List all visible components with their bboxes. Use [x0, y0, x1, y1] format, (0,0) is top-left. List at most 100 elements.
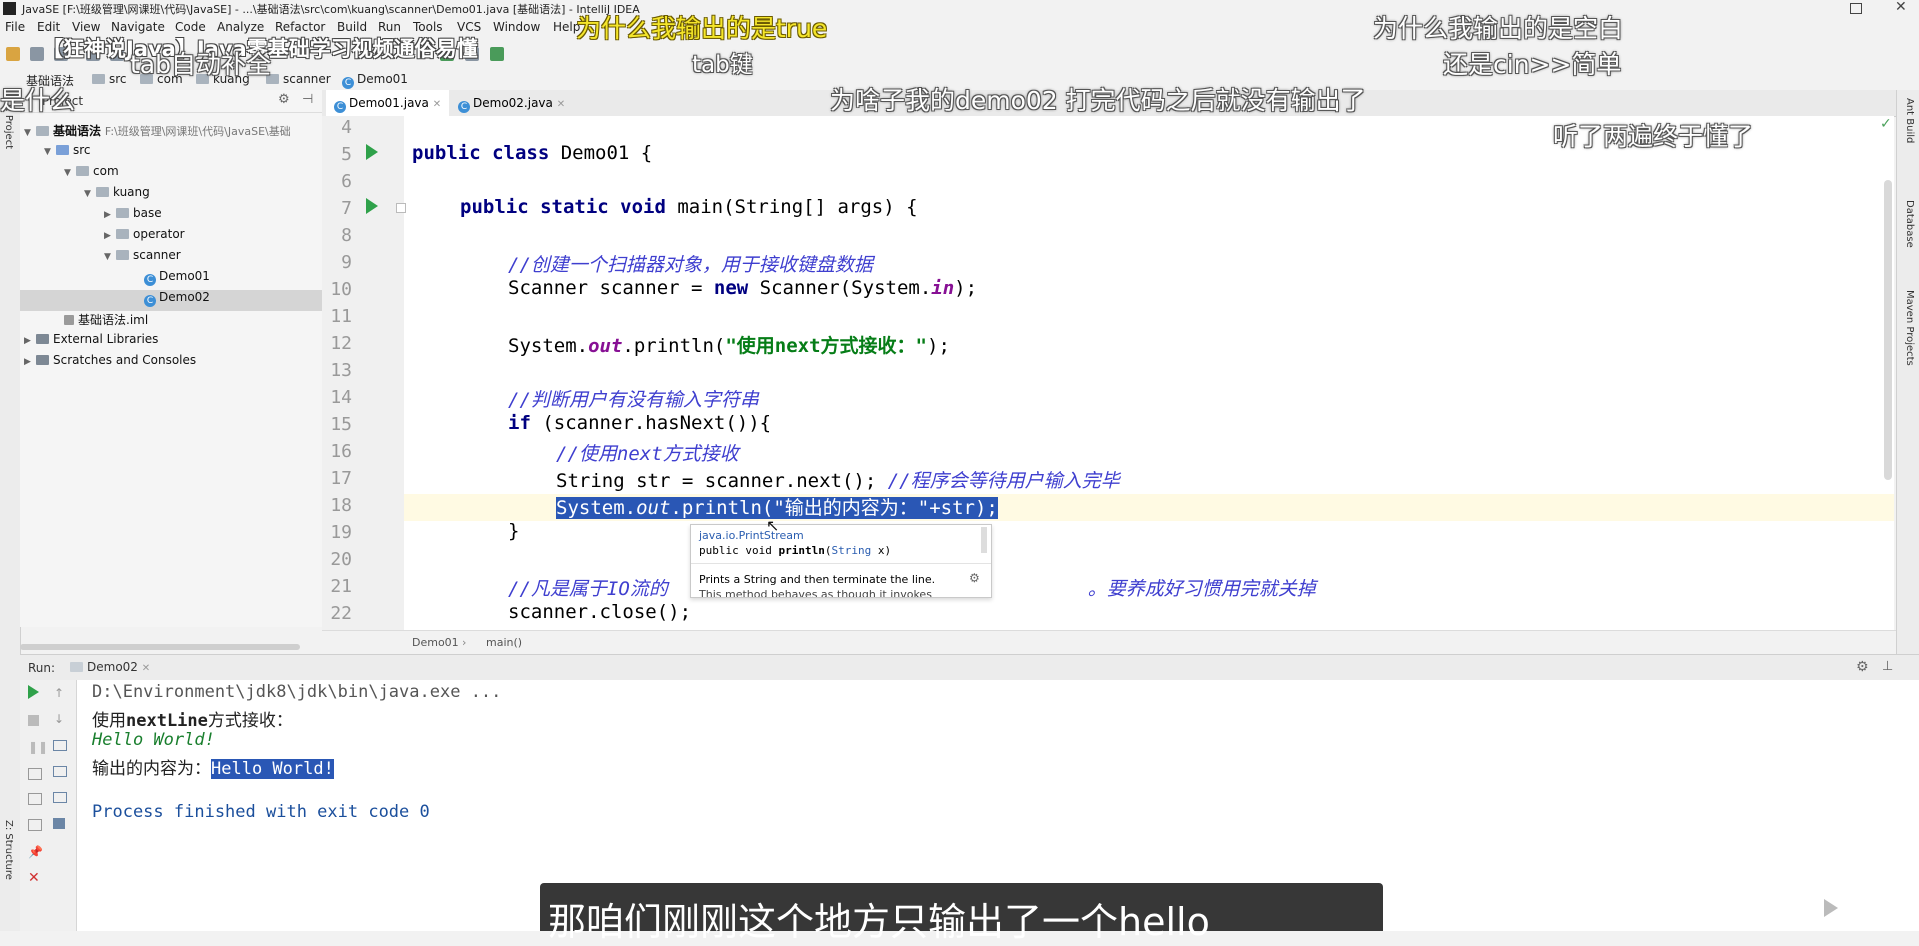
menu-run[interactable]: Run	[378, 20, 401, 34]
folder-icon	[116, 208, 129, 218]
ant-build-tab[interactable]: Ant Build	[1904, 98, 1915, 143]
code-line: System.out.println("使用next方式接收：");	[508, 335, 950, 357]
doc-signature: public void println(String x)	[699, 544, 892, 557]
iml-file-icon	[64, 315, 74, 325]
console-command: D:\Environment\jdk8\jdk\bin\java.exe ...	[92, 682, 502, 702]
layout-icon[interactable]	[28, 819, 42, 831]
code-line: public static void main(String[] args) {	[460, 196, 918, 218]
folder-icon	[116, 229, 129, 239]
soft-wrap-icon[interactable]	[53, 740, 67, 751]
run-settings-gear-icon[interactable]: ⚙	[1856, 659, 1869, 675]
danmaku-comment: 是什么	[0, 86, 76, 115]
rerun-icon[interactable]	[28, 685, 39, 699]
tree-item-scratches[interactable]: ▶ Scratches and Consoles	[20, 353, 322, 374]
hide-panel-icon[interactable]: ⊣	[302, 92, 313, 107]
scroll-to-end-icon[interactable]	[53, 766, 67, 777]
console-selection[interactable]: Hello World!	[211, 759, 334, 779]
pause-icon[interactable]: ❚❚	[28, 740, 48, 754]
danmaku-comment: tab键	[692, 52, 753, 78]
danmaku-comment: 还是cin>>简单	[1443, 50, 1622, 79]
fold-marker-icon[interactable]	[396, 203, 406, 213]
debug-icon[interactable]	[490, 47, 504, 61]
dump-threads-icon[interactable]	[28, 768, 42, 780]
line-number: 5	[341, 144, 352, 165]
tree-item-com[interactable]: ▼ com	[20, 164, 322, 185]
editor-crumb-class[interactable]: Demo01	[412, 636, 459, 649]
structure-tool-tab[interactable]: Z: Structure	[3, 820, 14, 880]
menu-build[interactable]: Build	[337, 20, 367, 34]
close-tab-icon[interactable]: ✕	[142, 663, 150, 674]
editor-scrollbar[interactable]	[1884, 180, 1892, 480]
code-comment: //创建一个扫描器对象，用于接收键盘数据	[508, 254, 873, 276]
code-editor[interactable]	[404, 116, 1894, 630]
code-line: scanner.close();	[508, 601, 692, 623]
tree-item-base[interactable]: ▶ base	[20, 206, 322, 227]
doc-scrollbar[interactable]	[981, 527, 987, 553]
tab-demo01[interactable]: C Demo01.java ✕	[326, 90, 450, 118]
line-number: 16	[330, 441, 352, 462]
menu-window[interactable]: Window	[493, 20, 540, 34]
console-exit-message: Process finished with exit code 0	[92, 802, 430, 822]
editor-crumb-method[interactable]: main()	[486, 636, 522, 649]
stop-icon[interactable]	[28, 715, 39, 726]
settings-gear-icon[interactable]: ⚙	[278, 92, 290, 107]
exit-icon[interactable]	[28, 793, 42, 805]
run-label: Run:	[28, 661, 56, 675]
line-number: 14	[330, 387, 352, 408]
scroll-up-icon[interactable]: ↑	[54, 686, 64, 700]
tree-item-scanner[interactable]: ▼ scanner	[20, 248, 322, 269]
play-button-icon[interactable]	[1806, 888, 1854, 928]
tree-item-iml[interactable]: 基础语法.iml	[20, 311, 322, 332]
menu-edit[interactable]: Edit	[37, 20, 60, 34]
doc-package[interactable]: java.io.PrintStream	[699, 529, 804, 542]
pin-icon[interactable]: 📌	[28, 845, 43, 859]
tree-item-demo01[interactable]: C Demo01	[20, 269, 322, 290]
clear-all-icon[interactable]	[53, 818, 65, 829]
scroll-down-icon[interactable]: ↓	[54, 712, 64, 726]
class-icon: C	[458, 101, 470, 113]
menu-view[interactable]: View	[72, 20, 100, 34]
menu-file[interactable]: File	[5, 20, 25, 34]
code-line: public class Demo01 {	[412, 142, 653, 164]
tree-item-kuang[interactable]: ▼ kuang	[20, 185, 322, 206]
close-run-icon[interactable]: ✕	[28, 870, 40, 886]
doc-settings-gear-icon[interactable]: ⚙	[969, 571, 980, 585]
code-comment: //判断用户有没有输入字符串	[508, 389, 759, 411]
hide-run-panel-icon[interactable]: ⊥	[1882, 659, 1893, 674]
close-tab-icon[interactable]: ✕	[557, 99, 565, 110]
run-main-icon[interactable]	[366, 198, 378, 214]
crumb-demo01[interactable]: C Demo01	[342, 72, 408, 89]
quick-doc-popup[interactable]: java.io.PrintStream public void println(…	[690, 524, 992, 598]
tree-item-demo02[interactable]: C Demo02	[20, 290, 322, 311]
tab-demo02[interactable]: C Demo02.java ✕	[450, 90, 573, 116]
menu-analyze[interactable]: Analyze	[217, 20, 264, 34]
mouse-cursor-icon: ↖	[766, 516, 780, 535]
class-icon: C	[342, 77, 354, 89]
close-tab-icon[interactable]: ✕	[433, 99, 441, 110]
database-tab[interactable]: Database	[1904, 200, 1915, 248]
console-user-input: Hello World!	[92, 730, 215, 750]
tree-item-src[interactable]: ▼ src	[20, 143, 322, 164]
maven-projects-tab[interactable]: Maven Projects	[1904, 290, 1915, 366]
crumb-scanner[interactable]: scanner	[266, 72, 331, 86]
menu-tools[interactable]: Tools	[413, 20, 443, 34]
menu-refactor[interactable]: Refactor	[275, 20, 325, 34]
restore-window-icon[interactable]	[1850, 3, 1862, 14]
menu-navigate[interactable]: Navigate	[111, 20, 165, 34]
tree-item-external-libraries[interactable]: ▶ External Libraries	[20, 332, 322, 353]
close-window-icon[interactable]: ✕	[1895, 0, 1907, 15]
menu-vcs[interactable]: VCS	[457, 20, 481, 34]
tree-item-operator[interactable]: ▶ operator	[20, 227, 322, 248]
horizontal-scrollbar[interactable]	[20, 644, 300, 650]
doc-description: Prints a String and then terminate the l…	[699, 573, 936, 586]
line-number: 15	[330, 414, 352, 435]
run-class-icon[interactable]	[366, 144, 378, 160]
tree-root[interactable]: ▼ 基础语法 F:\班级管理\网课班\代码\JavaSE\基础	[20, 122, 322, 143]
print-icon[interactable]	[53, 792, 67, 803]
open-folder-icon[interactable]	[6, 47, 20, 61]
run-tab-demo02[interactable]: Demo02 ✕	[70, 660, 150, 674]
project-panel: Project ⚙ ⊣ ▼ 基础语法 F:\班级管理\网课班\代码\JavaSE\…	[20, 90, 323, 650]
menu-code[interactable]: Code	[175, 20, 206, 34]
crumb-src[interactable]: src	[92, 72, 127, 86]
folder-icon	[96, 187, 109, 197]
